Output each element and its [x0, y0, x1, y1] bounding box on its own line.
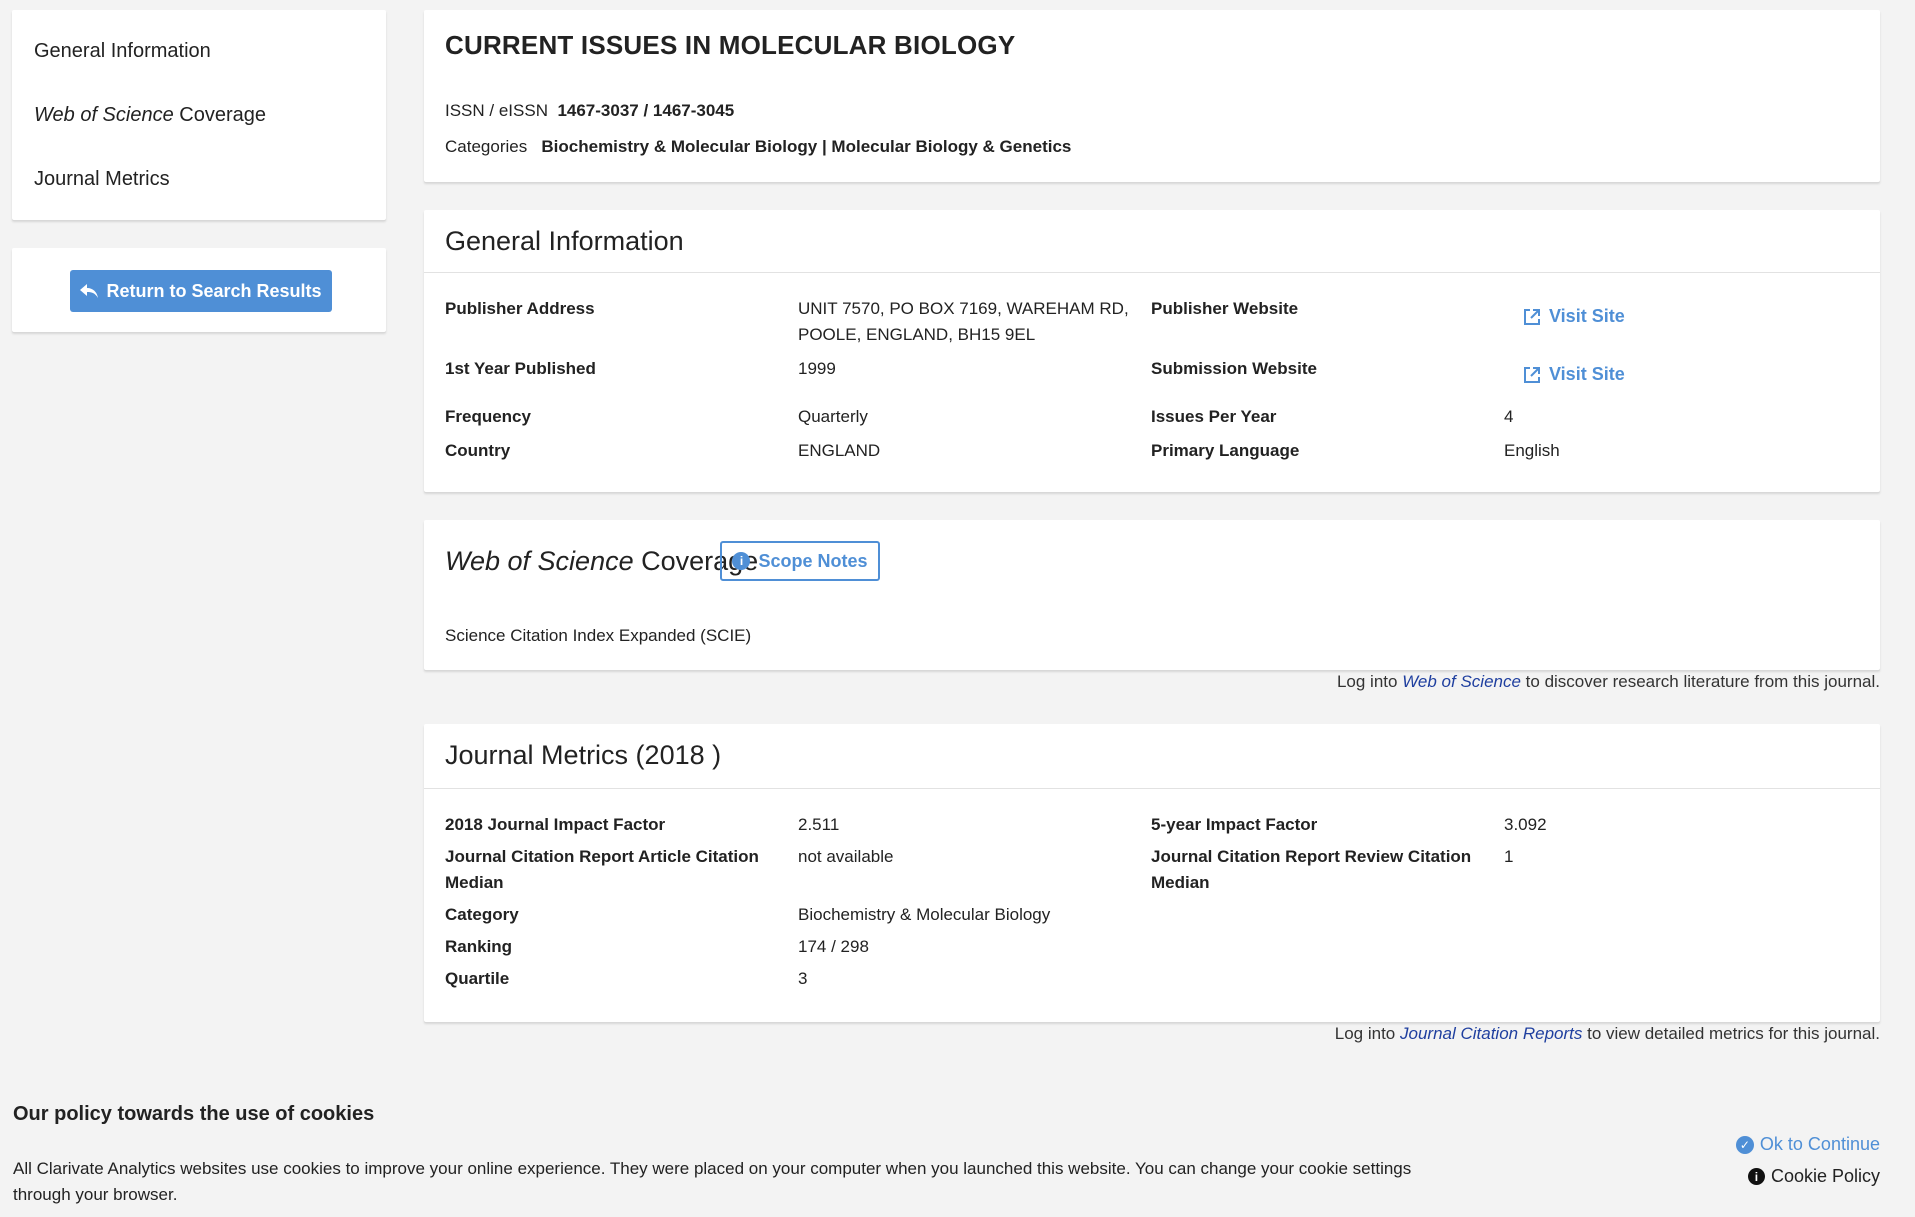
sidebar-item-wos-coverage[interactable]: Web of Science Coverage	[34, 104, 266, 127]
label-line-2: Median	[1151, 873, 1210, 892]
section-title: Journal Metrics (2018 )	[445, 740, 722, 770]
article-median-value: not available	[798, 847, 894, 866]
review-median-value: 1	[1504, 847, 1514, 866]
ranking-label: Ranking	[445, 937, 513, 956]
article-median-label: Journal Citation Report Article Citation…	[445, 844, 759, 896]
section-title: Web of Science Coverage	[445, 546, 758, 577]
login-note-post: to discover research literature from thi…	[1520, 672, 1880, 691]
cookie-title: Our policy towards the use of cookies	[13, 1103, 375, 1125]
info-icon: i	[1747, 1168, 1765, 1185]
ranking-value: 174 / 298	[798, 937, 869, 956]
info-icon: i	[732, 552, 751, 570]
frequency-label: Frequency	[445, 407, 531, 426]
review-median-label: Journal Citation Report Review Citation …	[1151, 844, 1471, 896]
quartile-label: Quartile	[445, 969, 510, 988]
wos-coverage-section: Web of Science Coverage i Scope Notes Sc…	[424, 520, 1880, 670]
divider	[424, 272, 1880, 273]
address-line-1: UNIT 7570, PO BOX 7169, WAREHAM RD,	[798, 299, 1129, 318]
scope-notes-button[interactable]: i Scope Notes	[720, 541, 880, 581]
address-line-2: POOLE, ENGLAND, BH15 9EL	[798, 325, 1036, 344]
five-year-label: 5-year Impact Factor	[1151, 815, 1318, 834]
jif-label: 2018 Journal Impact Factor	[445, 815, 666, 834]
categories-label: Categories	[445, 137, 528, 156]
quartile-value: 3	[798, 969, 808, 988]
section-title-em: Web of Science	[445, 546, 634, 576]
label-line-2: Median	[445, 873, 504, 892]
ok-to-continue-button[interactable]: ✓ Ok to Continue	[1735, 1134, 1880, 1155]
visit-site-label: Visit Site	[1549, 306, 1625, 326]
journal-metrics-section: Journal Metrics (2018 ) 2018 Journal Imp…	[424, 724, 1880, 1022]
external-link-icon	[1524, 366, 1540, 383]
sidebar-item-label: Coverage	[173, 104, 266, 126]
first-year-value: 1999	[798, 359, 836, 378]
wos-login-link[interactable]: Web of Science	[1402, 672, 1521, 691]
check-circle-icon: ✓	[1735, 1135, 1754, 1154]
return-to-search-button[interactable]: Return to Search Results	[70, 270, 332, 312]
login-note-post: to view detailed metrics for this journa…	[1582, 1024, 1880, 1043]
sidebar-item-label: Journal Metrics	[34, 168, 170, 190]
external-link-icon	[1524, 308, 1540, 325]
country-label: Country	[445, 441, 511, 460]
sidebar-item-journal-metrics[interactable]: Journal Metrics	[34, 168, 170, 191]
primary-language-label: Primary Language	[1151, 441, 1300, 460]
publisher-address-label: Publisher Address	[445, 299, 595, 318]
country-value: ENGLAND	[798, 441, 881, 460]
frequency-value: Quarterly	[798, 407, 868, 426]
jif-value: 2.511	[798, 815, 840, 834]
jcr-login-link[interactable]: Journal Citation Reports	[1400, 1024, 1582, 1043]
journal-header: CURRENT ISSUES IN MOLECULAR BIOLOGY ISSN…	[424, 10, 1880, 182]
divider	[424, 788, 1880, 789]
wos-login-note: Log into Web of Science to discover rese…	[1337, 672, 1880, 692]
category-label: Category	[445, 905, 519, 924]
categories-line: Categories Biochemistry & Molecular Biol…	[445, 137, 1071, 157]
primary-language-value: English	[1504, 441, 1560, 460]
issn-label: ISSN / eISSN	[445, 101, 548, 120]
scope-notes-label: Scope Notes	[758, 550, 868, 571]
label-line-1: Journal Citation Report Article Citation	[445, 847, 759, 866]
issues-per-year-label: Issues Per Year	[1151, 407, 1277, 426]
category-value: Biochemistry & Molecular Biology	[798, 905, 1051, 924]
submission-website-label: Submission Website	[1151, 359, 1317, 378]
sidebar-item-label: General Information	[34, 40, 211, 62]
ok-label: Ok to Continue	[1759, 1134, 1880, 1154]
submission-visit-site-link[interactable]: Visit Site	[1523, 364, 1625, 385]
page-title: CURRENT ISSUES IN MOLECULAR BIOLOGY	[445, 30, 1016, 60]
index-value: Science Citation Index Expanded (SCIE)	[445, 626, 752, 645]
cookie-text: All Clarivate Analytics websites use coo…	[13, 1159, 1412, 1204]
first-year-label: 1st Year Published	[445, 359, 596, 378]
issn-line: ISSN / eISSN 1467-3037 / 1467-3045	[445, 101, 734, 121]
reply-arrow-icon	[80, 284, 99, 298]
sidebar-item-general-information[interactable]: General Information	[34, 40, 211, 63]
categories-value: Biochemistry & Molecular Biology | Molec…	[541, 137, 1072, 156]
return-panel: Return to Search Results	[12, 248, 386, 332]
visit-site-label: Visit Site	[1549, 364, 1625, 384]
publisher-address-value: UNIT 7570, PO BOX 7169, WAREHAM RD, POOL…	[798, 296, 1129, 348]
section-title: General Information	[445, 226, 684, 256]
publisher-website-label: Publisher Website	[1151, 299, 1299, 318]
jcr-login-note: Log into Journal Citation Reports to vie…	[1335, 1024, 1880, 1044]
general-information-section: General Information Publisher Address UN…	[424, 210, 1880, 492]
login-note-pre: Log into	[1334, 1024, 1400, 1043]
label-line-1: Journal Citation Report Review Citation	[1151, 847, 1472, 866]
issn-value: 1467-3037 / 1467-3045	[557, 101, 735, 120]
publisher-visit-site-link[interactable]: Visit Site	[1523, 306, 1625, 327]
sidebar-item-label-em: Web of Science	[34, 104, 174, 126]
cookie-policy-label: Cookie Policy	[1770, 1166, 1880, 1186]
cookie-policy-link[interactable]: i Cookie Policy	[1747, 1166, 1880, 1187]
issues-per-year-value: 4	[1504, 407, 1514, 426]
sidebar-nav: General Information Web of Science Cover…	[12, 10, 386, 220]
login-note-pre: Log into	[1336, 672, 1403, 691]
return-button-label: Return to Search Results	[106, 280, 322, 301]
five-year-value: 3.092	[1504, 815, 1547, 834]
